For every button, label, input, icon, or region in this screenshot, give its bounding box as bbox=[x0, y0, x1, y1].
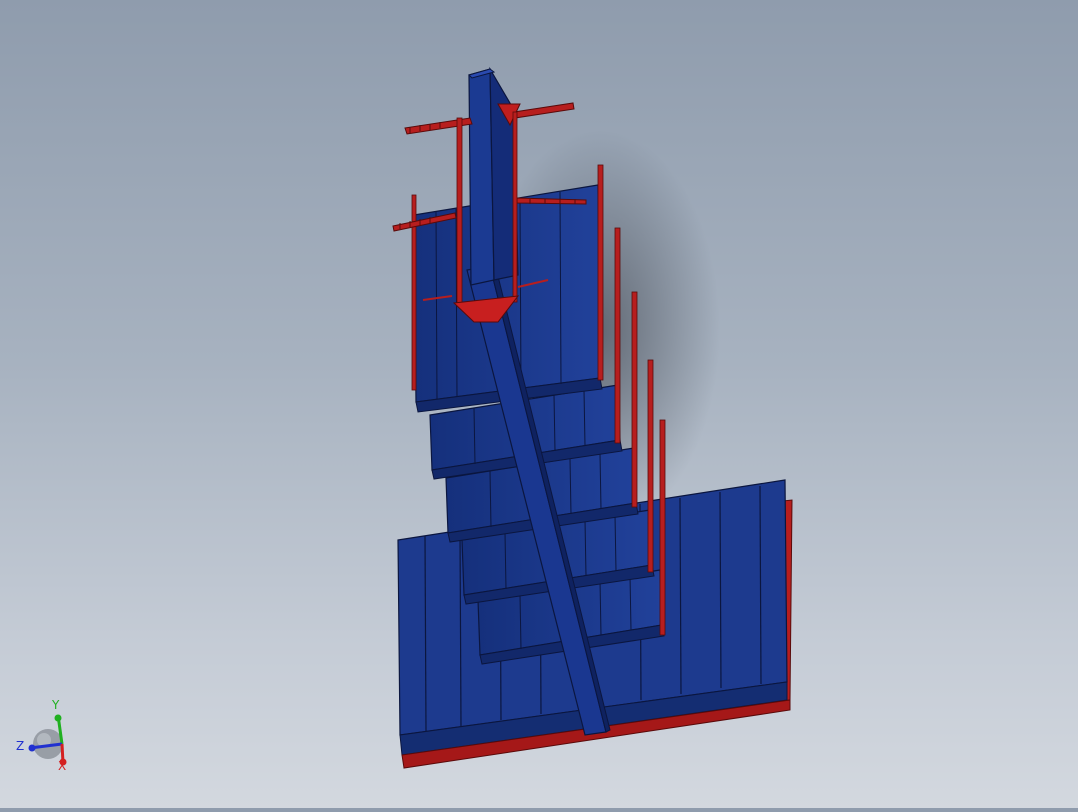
graphics-viewport[interactable]: Y Z X bbox=[0, 0, 1078, 808]
model-canvas[interactable]: Y Z X bbox=[0, 0, 1078, 808]
triad-z-label: Z bbox=[16, 739, 24, 753]
orientation-triad[interactable]: Y Z X bbox=[16, 698, 67, 773]
central-mast[interactable] bbox=[468, 66, 519, 286]
triad-y-label: Y bbox=[51, 698, 60, 712]
triad-x-label: X bbox=[58, 759, 66, 773]
